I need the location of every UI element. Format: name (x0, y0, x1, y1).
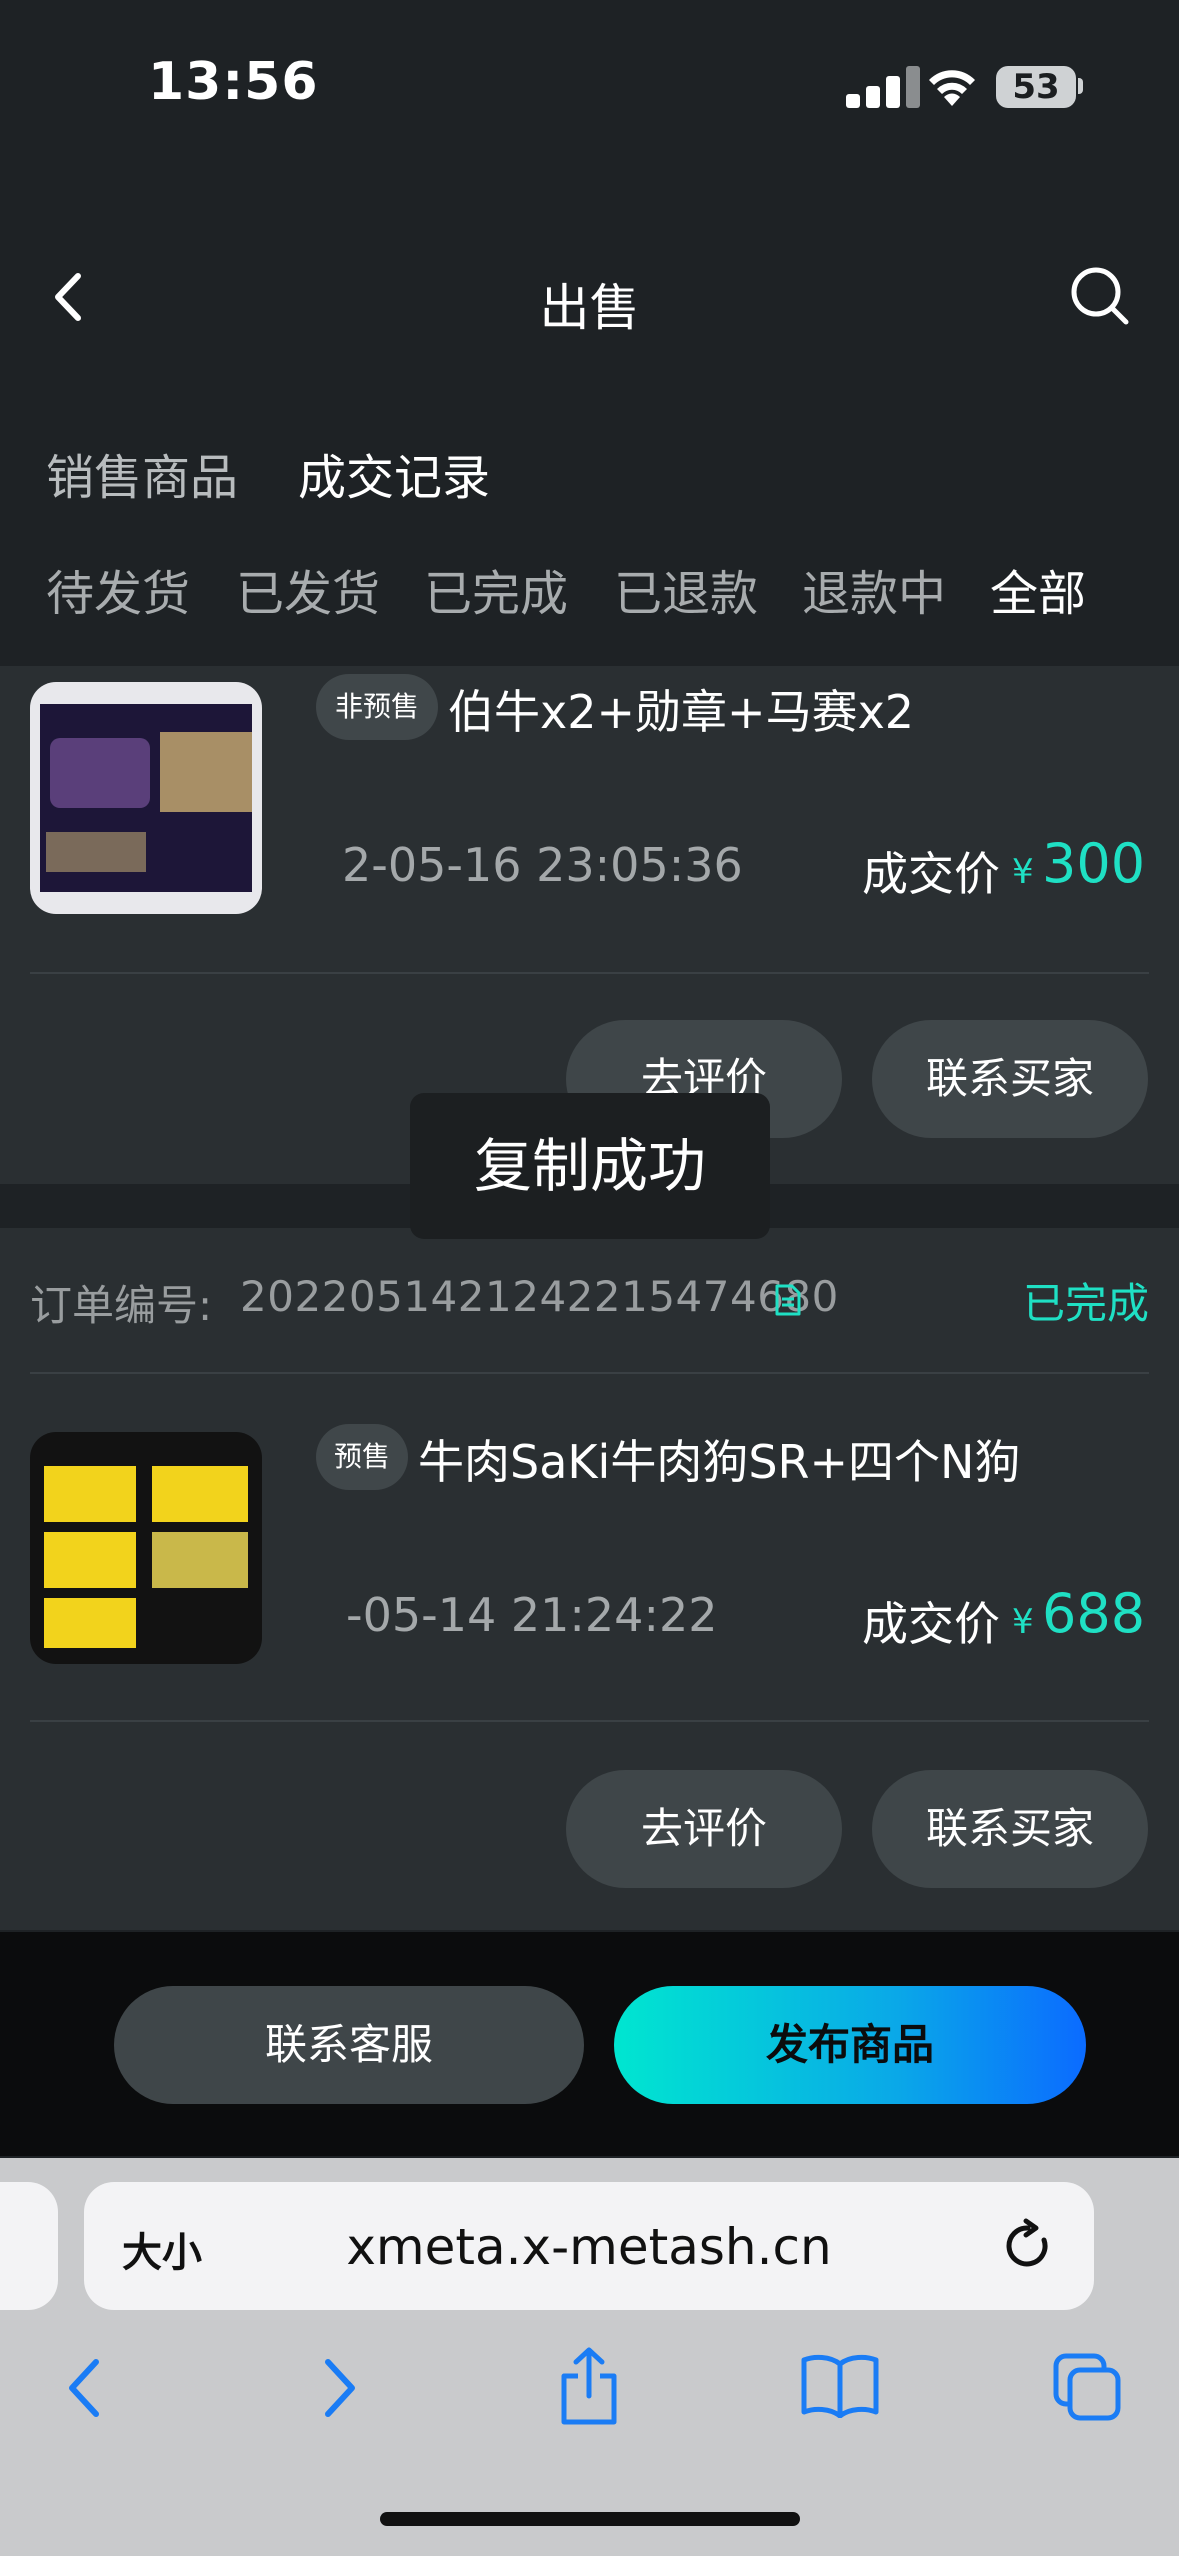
card-divider (30, 1372, 1149, 1374)
order-status: 已完成 (1022, 1279, 1149, 1328)
product-name: 牛肉SaKi牛肉狗SR+四个N狗 (418, 1435, 1021, 1489)
reload-icon[interactable] (1000, 2218, 1056, 2274)
contact-service-button[interactable]: 联系客服 (114, 1986, 584, 2104)
share-icon[interactable] (556, 2346, 622, 2426)
tab-pending-shipment[interactable]: 待发货 (46, 554, 190, 624)
review-button[interactable]: 去评价 (566, 1770, 842, 1888)
forward-icon[interactable] (320, 2356, 360, 2420)
tab-transaction-records[interactable]: 成交记录 (298, 438, 490, 508)
back-icon[interactable] (64, 2356, 104, 2420)
product-tag: 预售 (316, 1424, 408, 1490)
search-icon[interactable] (1068, 264, 1132, 328)
toast-message: 复制成功 (410, 1093, 770, 1239)
transaction-price: 688 (1042, 1582, 1146, 1645)
url-text[interactable]: xmeta.x-metash.cn (84, 2218, 1094, 2276)
tab-completed[interactable]: 已完成 (424, 554, 568, 624)
tab-shipped[interactable]: 已发货 (236, 554, 380, 624)
wifi-icon (929, 70, 975, 106)
publish-item-button[interactable]: 发布商品 (614, 1986, 1086, 2104)
tab-all[interactable]: 全部 (990, 554, 1086, 624)
bookmarks-icon[interactable] (800, 2352, 880, 2418)
transaction-time: -05-14 21:24:22 (346, 1588, 718, 1642)
product-name: 伯牛x2+勋章+马赛x2 (448, 685, 915, 739)
card-divider (30, 972, 1149, 974)
order-number: 2022051421242215474680 (240, 1272, 839, 1321)
transaction-time: 2-05-16 23:05:36 (342, 838, 743, 892)
home-indicator (380, 2512, 800, 2526)
status-time: 13:56 (148, 52, 319, 112)
price-label: 成交价 (862, 1597, 1000, 1651)
currency-symbol: ¥ (1012, 852, 1034, 892)
order-number-label: 订单编号: (30, 1281, 213, 1330)
product-thumbnail[interactable] (30, 682, 262, 914)
transaction-price: 300 (1042, 832, 1146, 895)
page-title: 出售 (539, 279, 640, 337)
tabs-icon[interactable] (1052, 2352, 1124, 2424)
price-label: 成交价 (862, 847, 1000, 901)
battery-tip (1078, 78, 1083, 94)
product-tag: 非预售 (316, 674, 438, 740)
card-divider (30, 1720, 1149, 1722)
tab-refunded[interactable]: 已退款 (614, 554, 758, 624)
product-thumbnail[interactable] (30, 1432, 262, 1664)
tab-sales-items[interactable]: 销售商品 (46, 438, 238, 508)
tab-refunding[interactable]: 退款中 (802, 554, 946, 624)
battery-indicator: 53 (996, 66, 1076, 108)
contact-buyer-button[interactable]: 联系买家 (872, 1020, 1148, 1138)
copy-icon[interactable] (774, 1284, 802, 1316)
currency-symbol: ¥ (1012, 1602, 1034, 1642)
signal-icon (846, 66, 920, 108)
previous-tab-preview[interactable] (0, 2182, 58, 2310)
contact-buyer-button[interactable]: 联系买家 (872, 1770, 1148, 1888)
